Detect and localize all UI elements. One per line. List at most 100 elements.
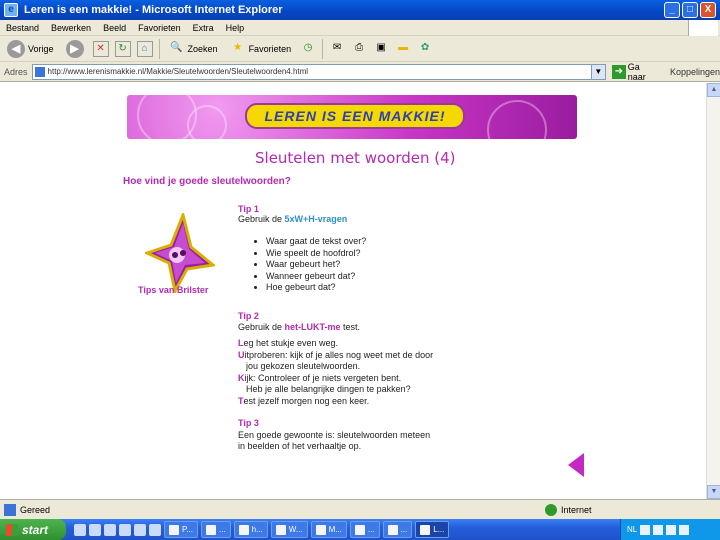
mail-icon[interactable]: ✉	[329, 41, 345, 57]
task-button[interactable]: P...	[164, 521, 198, 538]
menu-favorieten[interactable]: Favorieten	[138, 23, 181, 33]
task-button[interactable]: ...	[200, 521, 231, 538]
quicklaunch-icon[interactable]	[89, 523, 101, 536]
search-button[interactable]: 🔍 Zoeken	[166, 38, 221, 60]
list-item: Hoe gebeurt dat?	[266, 282, 366, 294]
lukt-line: Leg het stukje even weg.	[238, 338, 433, 350]
tip2-text: Gebruik de het-LUKT-me test.	[238, 322, 360, 332]
tray-icon[interactable]	[653, 524, 664, 535]
go-button[interactable]: ➜ Ga naar	[611, 62, 660, 82]
toolbar-separator	[158, 38, 160, 59]
lukt-line: jou gekozen sleutelwoorden.	[238, 361, 433, 373]
menu-beeld[interactable]: Beeld	[103, 23, 126, 33]
address-field[interactable]: ▼	[31, 63, 606, 80]
edit-icon[interactable]: ▣	[373, 41, 389, 57]
tray-icon[interactable]	[640, 524, 651, 535]
banner: LEREN IS EEN MAKKIE!	[127, 95, 577, 139]
tray-icon[interactable]	[666, 524, 677, 535]
messenger-icon[interactable]: ✿	[417, 41, 433, 57]
previous-page-arrow-icon[interactable]	[568, 453, 584, 477]
page-status-icon	[4, 503, 16, 516]
task-button[interactable]: ...	[349, 521, 380, 538]
app-icon	[238, 524, 249, 535]
app-icon	[169, 524, 179, 535]
start-label: start	[22, 522, 49, 537]
quicklaunch-icon[interactable]	[149, 523, 161, 536]
status-text: Gereed	[20, 504, 51, 515]
start-button[interactable]: start	[0, 519, 66, 540]
menu-bar: Bestand Bewerken Beeld Favorieten Extra …	[0, 20, 720, 36]
search-icon: 🔍	[170, 41, 183, 53]
maximize-button[interactable]: □	[682, 2, 698, 18]
quicklaunch-icon[interactable]	[134, 523, 146, 536]
window-title: Leren is een makkie! - Microsoft Interne…	[24, 4, 283, 16]
list-item: Waar gebeurt het?	[266, 259, 366, 271]
page-question: Hoe vind je goede sleutelwoorden?	[123, 176, 291, 187]
tip2-suffix: test.	[340, 322, 361, 332]
menu-bewerken[interactable]: Bewerken	[51, 23, 91, 33]
task-button[interactable]: h...	[233, 521, 268, 538]
task-label: M...	[328, 525, 342, 534]
banner-swirl	[187, 105, 227, 139]
go-arrow-icon: ➜	[611, 64, 626, 79]
folder-icon[interactable]: ▬	[395, 41, 411, 57]
window-controls: _ □ X	[664, 2, 716, 18]
tip3-title: Tip 3	[238, 418, 259, 428]
close-button[interactable]: X	[700, 2, 716, 18]
scroll-up-icon[interactable]: ▲	[707, 83, 720, 97]
task-label: ...	[367, 525, 375, 534]
vertical-scrollbar[interactable]: ▲ ▼	[706, 83, 720, 499]
lukt-line: Heb je alle belangrijke dingen te pakken…	[238, 384, 433, 396]
forward-button[interactable]: ▶	[63, 38, 87, 60]
forward-arrow-icon: ▶	[65, 39, 84, 58]
print-icon[interactable]: ⎙	[351, 41, 367, 57]
quicklaunch-icon[interactable]	[119, 523, 131, 536]
windows-flag-icon	[6, 523, 18, 536]
chevron-down-icon[interactable]: ▼	[590, 64, 605, 79]
taskbar: start P... ... h... W... M... ... ... L.…	[0, 519, 720, 540]
minimize-button[interactable]: _	[664, 2, 680, 18]
lukt-text: est jezelf morgen nog een keer.	[243, 395, 370, 406]
back-button[interactable]: ◀ Vorige	[4, 38, 57, 60]
tip2-title: Tip 2	[238, 311, 259, 321]
history-icon[interactable]: ◷	[300, 41, 316, 57]
tray-icon[interactable]	[679, 524, 690, 535]
task-button[interactable]: ...	[382, 521, 413, 538]
quick-launch	[74, 523, 161, 536]
address-label: Adres	[4, 66, 28, 77]
zone-label: Internet	[561, 504, 592, 515]
quicklaunch-icon[interactable]	[74, 523, 86, 536]
system-tray: NL	[620, 519, 720, 540]
task-button[interactable]: W...	[270, 521, 308, 538]
address-input[interactable]	[47, 67, 591, 76]
language-indicator[interactable]: NL	[627, 525, 637, 534]
list-item: Waar gaat de tekst over?	[266, 236, 366, 248]
back-label: Vorige	[28, 43, 54, 54]
menu-help[interactable]: Help	[226, 23, 245, 33]
app-icon	[387, 524, 398, 535]
links-label[interactable]: Koppelingen	[670, 67, 720, 77]
list-item: Wanneer gebeurt dat?	[266, 271, 366, 283]
task-label: P...	[182, 525, 193, 534]
home-icon[interactable]: ⌂	[136, 40, 153, 57]
tip1-text: Gebruik de 5xW+H-vragen	[238, 214, 347, 224]
menu-extra[interactable]: Extra	[193, 23, 214, 33]
task-label: ...	[400, 525, 408, 534]
task-button[interactable]: M...	[310, 521, 347, 538]
task-button-active[interactable]: L...	[415, 521, 450, 538]
tip3-line2: in beelden of het verhaaltje op.	[238, 441, 362, 451]
tip2-prefix: Gebruik de	[238, 322, 285, 332]
scroll-down-icon[interactable]: ▼	[707, 485, 720, 499]
app-icon	[420, 524, 431, 535]
star-caption: Tips van Brilster	[138, 285, 209, 295]
task-label: ...	[218, 525, 226, 534]
quicklaunch-icon[interactable]	[104, 523, 116, 536]
favorites-button[interactable]: ★ Favorieten	[227, 38, 295, 60]
lukt-text: eg het stukje even weg.	[243, 338, 339, 348]
lukt-text: ijk: Controleer of je niets vergeten ben…	[244, 372, 402, 383]
page-icon	[34, 66, 45, 77]
menu-bestand[interactable]: Bestand	[6, 23, 39, 33]
task-label: h...	[251, 525, 263, 534]
stop-icon[interactable]: ✕	[92, 40, 109, 57]
refresh-icon[interactable]: ↻	[114, 40, 131, 57]
